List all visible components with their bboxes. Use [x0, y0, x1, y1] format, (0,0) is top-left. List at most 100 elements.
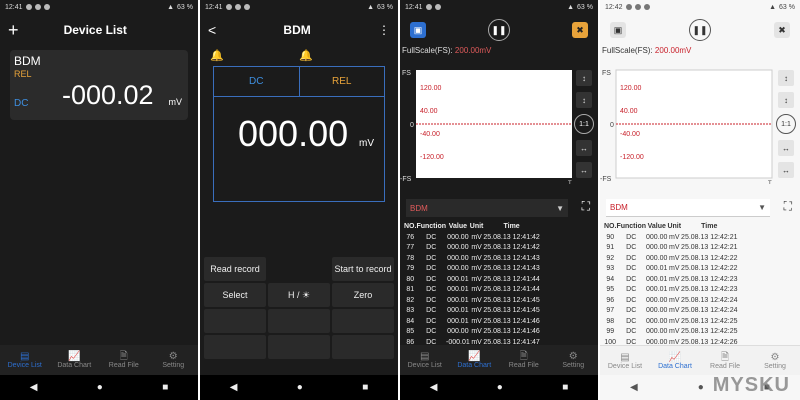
zoom-in-y-button[interactable]: ↕: [576, 70, 592, 86]
table-row[interactable]: 82 DC 000.01 mV 25.08.13 12:41:45: [404, 295, 540, 306]
tab-data-chart[interactable]: 📈 Data Chart: [450, 345, 500, 375]
table-cell: mV: [668, 244, 680, 252]
tab-read-file[interactable]: 🗎 Read File: [99, 345, 149, 375]
delete-icon[interactable]: ✖: [572, 22, 588, 38]
table-row[interactable]: 90 DC 000.00 mV 25.08.13 12:42:21: [604, 232, 737, 243]
empty-slot: [268, 257, 330, 281]
zoom-out-y-button[interactable]: ↕: [576, 92, 592, 108]
select-button[interactable]: Select: [204, 283, 266, 307]
add-icon[interactable]: +: [8, 20, 19, 41]
table-row[interactable]: 94 DC 000.01 mV 25.08.13 12:42:23: [604, 274, 738, 285]
chart-icon: 📈: [668, 351, 682, 363]
battery-level: 63 %: [177, 3, 193, 11]
hold-light-button[interactable]: H / ☀: [268, 283, 330, 307]
table-row[interactable]: 95 DC 000.01 mV 25.08.13 12:42:23: [604, 285, 737, 296]
reset-scale-button[interactable]: 1:1: [574, 114, 594, 134]
tab-data-chart[interactable]: 📈 Data Chart: [50, 345, 100, 375]
table-cell: 000.01: [447, 286, 469, 294]
alarm-icon[interactable]: 🔔: [299, 49, 313, 62]
table-row[interactable]: 98 DC 000.00 mV 25.08.13 12:42:25: [604, 316, 737, 327]
zoom-in-x-button[interactable]: ↔: [576, 140, 592, 156]
start-record-button[interactable]: Start to record: [332, 257, 394, 281]
tab-setting[interactable]: ⚙ Setting: [149, 345, 199, 375]
zoom-in-x-button[interactable]: ↔: [778, 140, 794, 156]
home-nav-icon[interactable]: ●: [97, 382, 103, 393]
recent-nav-icon[interactable]: ■: [162, 382, 168, 393]
table-cell: mV: [668, 286, 680, 294]
home-nav-icon[interactable]: ●: [698, 382, 704, 393]
zoom-out-x-button[interactable]: ↔: [576, 162, 592, 178]
back-nav-icon[interactable]: ◀: [30, 382, 38, 393]
reset-scale-button[interactable]: 1:1: [776, 114, 796, 134]
notification-icon: [243, 4, 250, 10]
empty-button: [204, 335, 266, 359]
table-row[interactable]: 77 DC 000.00 mV 25.08.13 12:41:42: [404, 243, 540, 254]
table-row[interactable]: 99 DC 000.00 mV 25.08.13 12:42:25: [604, 327, 737, 338]
table-cell: 25.08.13 12:41:42: [483, 244, 540, 252]
tab-device-list[interactable]: ▤ Device List: [0, 345, 50, 375]
table-cell: 25.08.13 12:42:23: [681, 275, 738, 283]
empty-button: [204, 309, 266, 333]
recent-nav-icon[interactable]: ■: [562, 382, 568, 393]
zoom-in-y-button[interactable]: ↕: [778, 70, 794, 86]
table-row[interactable]: 83 DC 000.01 mV 25.08.13 12:41:45: [404, 306, 540, 317]
back-nav-icon[interactable]: ◀: [430, 382, 438, 393]
home-nav-icon[interactable]: ●: [297, 382, 303, 393]
zoom-out-y-button[interactable]: ↕: [778, 92, 794, 108]
tab-setting[interactable]: ⚙ Setting: [549, 345, 599, 375]
table-row[interactable]: 97 DC 000.00 mV 25.08.13 12:42:24: [604, 306, 737, 317]
menu-icon[interactable]: ⋮: [378, 23, 390, 37]
tab-device-list[interactable]: ▤ Device List: [600, 346, 650, 375]
expand-icon[interactable]: ⛶: [582, 199, 590, 214]
tab-label: Setting: [162, 362, 185, 369]
back-icon[interactable]: <: [208, 22, 216, 38]
save-icon[interactable]: ▣: [610, 22, 626, 38]
tab-setting[interactable]: ⚙ Setting: [750, 346, 800, 375]
table-row[interactable]: 78 DC 000.00 mV 25.08.13 12:41:43: [404, 253, 540, 264]
table-cell: 25.08.13 12:41:42: [483, 233, 540, 241]
chart-icon: 📈: [68, 351, 81, 362]
table-row[interactable]: 80 DC 000.01 mV 25.08.13 12:41:44: [404, 274, 540, 285]
column-header: NO.: [604, 223, 617, 230]
recent-nav-icon[interactable]: ■: [362, 382, 368, 393]
table-row[interactable]: 92 DC 000.00 mV 25.08.13 12:42:22: [604, 253, 737, 264]
read-record-button[interactable]: Read record: [204, 257, 266, 281]
fullscale-text: FullScale(FS):: [602, 46, 653, 55]
tab-data-chart[interactable]: 📈 Data Chart: [650, 346, 700, 375]
pause-button[interactable]: ❚❚: [488, 19, 510, 41]
table-row[interactable]: 79 DC 000.00 mV 25.08.13 12:41:43: [404, 264, 540, 275]
home-nav-icon[interactable]: ●: [497, 382, 503, 393]
bottom-tab-bar: ▤ Device List 📈 Data Chart 🗎 Read File ⚙ Set…: [0, 345, 198, 375]
table-row[interactable]: 96 DC 000.00 mV 25.08.13 12:42:24: [604, 295, 737, 306]
table-row[interactable]: 85 DC 000.00 mV 25.08.13 12:41:46: [404, 327, 540, 338]
tab-read-file[interactable]: 🗎 Read File: [700, 346, 750, 375]
notification-icon: [643, 4, 650, 10]
tab-device-list[interactable]: ▤ Device List: [400, 345, 450, 375]
tab-label: Setting: [764, 362, 786, 370]
table-row[interactable]: 81 DC 000.01 mV 25.08.13 12:41:44: [404, 285, 540, 296]
device-select[interactable]: BDM ▼: [606, 199, 770, 217]
table-row[interactable]: 76 DC 000.00 mV 25.08.13 12:41:42: [404, 232, 540, 243]
table-row[interactable]: 84 DC 000.01 mV 25.08.13 12:41:46: [404, 316, 540, 327]
table-cell: mV: [471, 296, 482, 304]
table-row[interactable]: 93 DC 000.01 mV 25.08.13 12:42:22: [604, 264, 737, 275]
table-cell: 79: [406, 265, 415, 273]
back-nav-icon[interactable]: ◀: [630, 382, 638, 393]
mute-bell-icon[interactable]: 🔔: [210, 49, 224, 62]
back-nav-icon[interactable]: ◀: [230, 382, 238, 393]
system-nav-bar: ◀ ● ■: [0, 375, 198, 400]
notification-icon: [43, 4, 50, 10]
delete-icon[interactable]: ✖: [774, 22, 790, 38]
save-icon[interactable]: ▣: [410, 22, 426, 38]
zero-button[interactable]: Zero: [332, 283, 394, 307]
table-cell: mV: [471, 233, 482, 241]
tab-read-file[interactable]: 🗎 Read File: [499, 345, 549, 375]
expand-icon[interactable]: ⛶: [784, 199, 792, 214]
y-label-neg-fs: -FS: [600, 176, 612, 183]
table-row[interactable]: 91 DC 000.00 mV 25.08.13 12:42:21: [604, 243, 737, 254]
device-select[interactable]: BDM ▼: [406, 199, 568, 217]
zoom-out-x-button[interactable]: ↔: [778, 162, 794, 178]
table-cell: 000.00: [447, 244, 469, 252]
pause-button[interactable]: ❚❚: [689, 19, 711, 41]
device-card[interactable]: BDM REL DC -000.02 mV: [10, 50, 188, 120]
